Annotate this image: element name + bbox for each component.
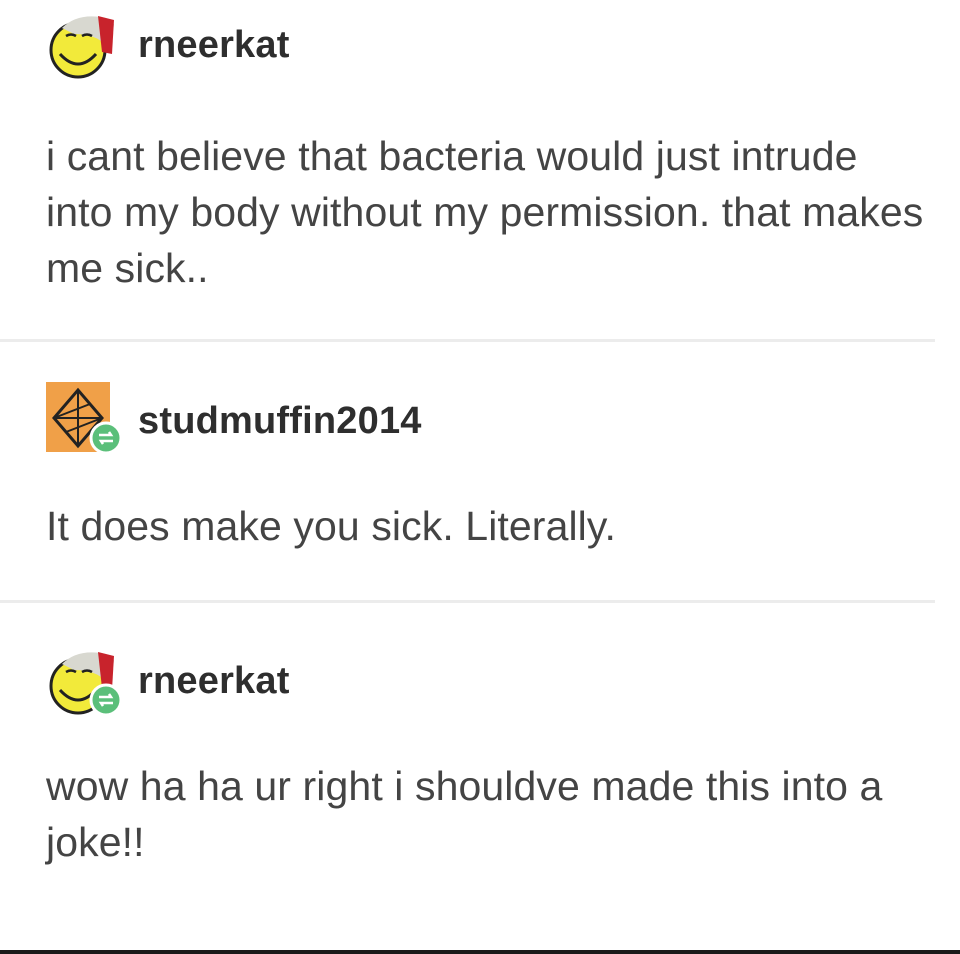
username[interactable]: rneerkat (138, 24, 290, 67)
divider (0, 339, 935, 342)
post-header: rneerkat (44, 640, 744, 720)
post-text: wow ha ha ur right i shouldve made this … (46, 763, 883, 865)
smiley-santa-hat-avatar-icon[interactable] (44, 4, 122, 82)
reblog-badge-icon (89, 421, 122, 455)
username[interactable]: rneerkat (138, 660, 290, 703)
smiley-santa-hat-avatar-icon[interactable] (44, 640, 122, 718)
post-text: It does make you sick. Literally. (46, 503, 616, 549)
bottom-border (0, 950, 960, 954)
post-header: studmuffin2014 (44, 380, 744, 460)
reblog-badge-icon (89, 683, 122, 717)
divider (0, 600, 935, 603)
post-text: i cant believe that bacteria would just … (46, 133, 924, 291)
post-header: rneerkat (44, 4, 744, 84)
geometric-shape-avatar-icon[interactable] (44, 380, 122, 458)
username[interactable]: studmuffin2014 (138, 400, 422, 443)
